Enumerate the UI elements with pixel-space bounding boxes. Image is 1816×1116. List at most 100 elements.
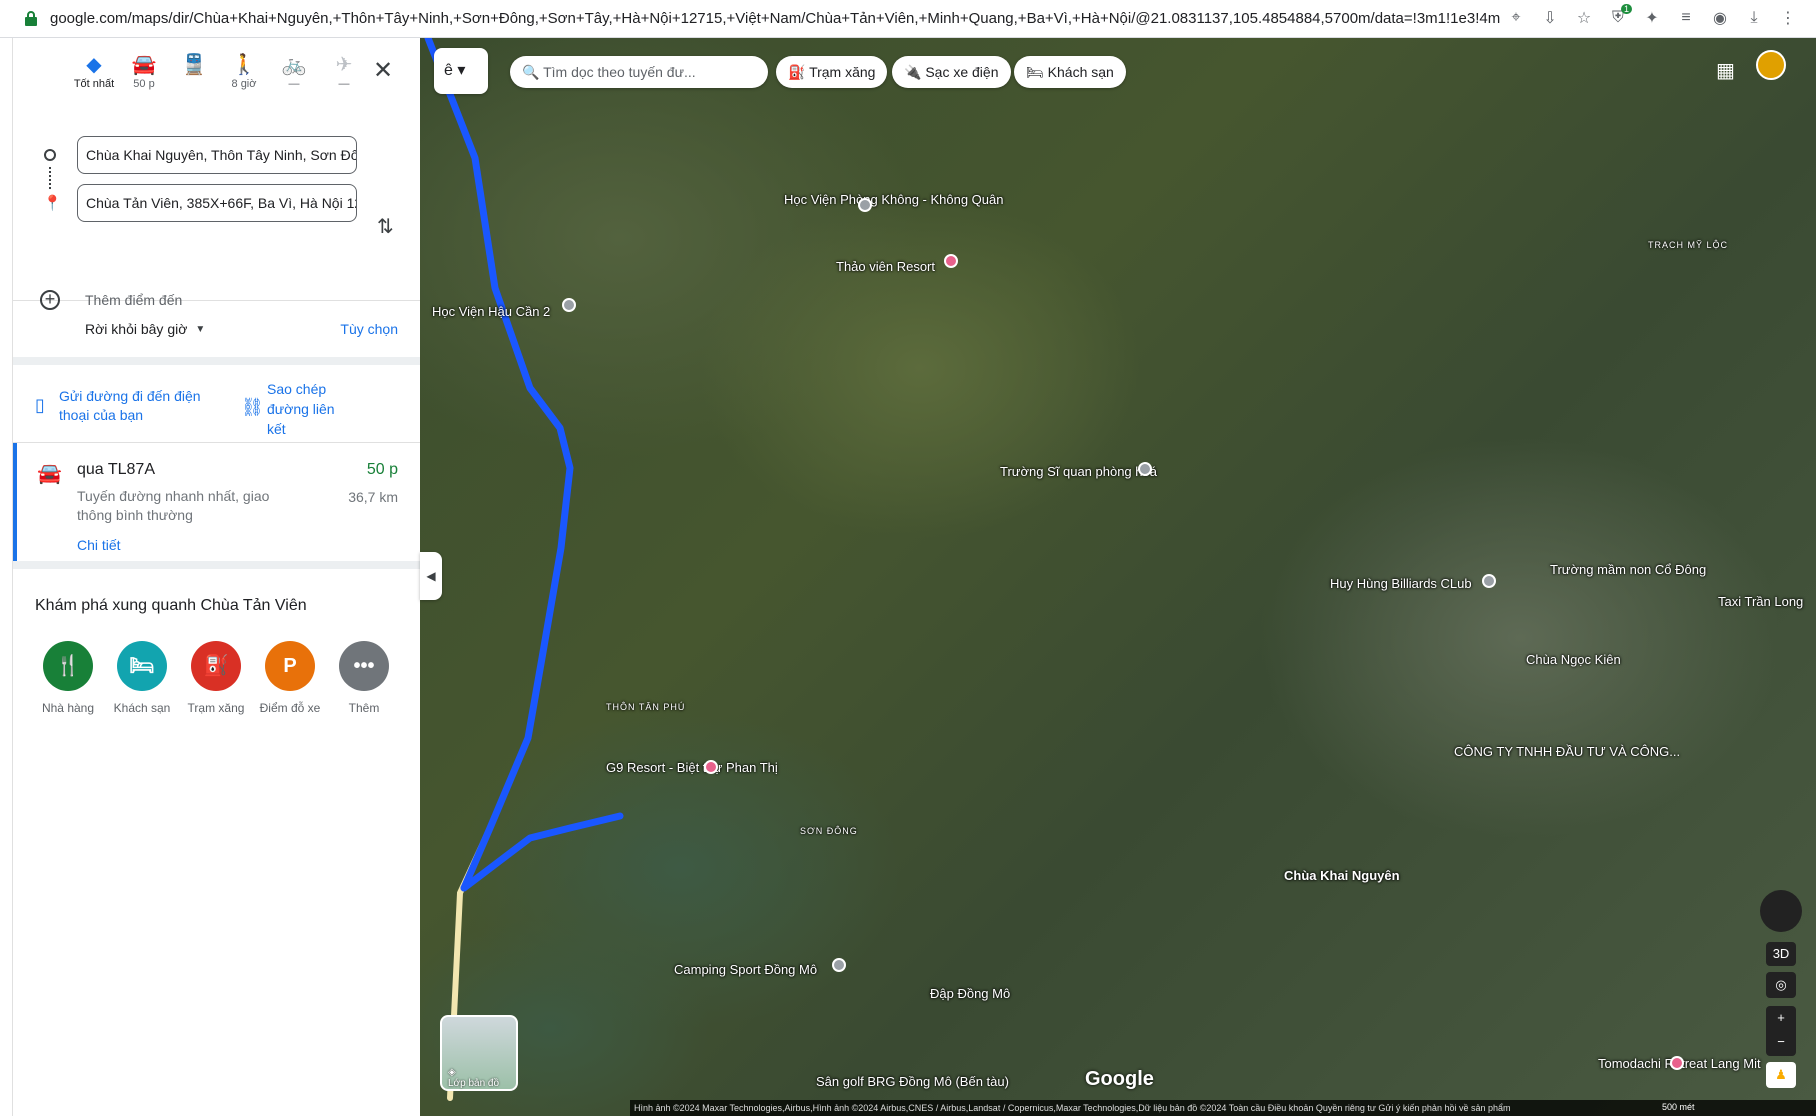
map-label[interactable]: G9 Resort - Biệt thự Phan Thị (606, 760, 778, 775)
my-location-icon[interactable]: ◎ (1766, 972, 1796, 998)
hotel-icon: 🛏 (117, 641, 167, 691)
category-parking[interactable]: P Điểm đỗ xe (253, 641, 327, 715)
resort-pin-icon[interactable] (944, 254, 958, 268)
puzzle-extensions-icon[interactable]: ✦ (1642, 8, 1662, 28)
map-label[interactable]: Học Viện Hậu Cần 2 (432, 304, 550, 319)
satellite-map[interactable]: Học Viện Phòng Không - Không Quân Thảo v… (420, 38, 1816, 1116)
map-label[interactable]: Sân golf BRG Đồng Mô (Bến tàu) (816, 1074, 1009, 1089)
route-card[interactable]: 🚘 qua TL87A 50 p Tuyến đường nhanh nhất,… (13, 443, 420, 561)
place-pin-icon[interactable] (858, 198, 872, 212)
map-label[interactable]: Huy Hùng Billiards CLub (1330, 576, 1472, 591)
reading-list-icon[interactable]: ≡ (1676, 8, 1696, 28)
map-label[interactable]: Camping Sport Đồng Mô (674, 962, 817, 977)
route-distance: 36,7 km (348, 489, 398, 505)
url-field[interactable]: google.com/maps/dir/Chùa+Khai+Nguyên,+Th… (50, 10, 1500, 27)
origin-map-label[interactable]: Chùa Khai Nguyên (1284, 868, 1400, 883)
zoom-out-button[interactable]: − (1766, 1030, 1796, 1054)
route-options-button[interactable]: Tùy chọn (340, 321, 398, 337)
route-details-link[interactable]: Chi tiết (77, 537, 121, 553)
map-label[interactable]: Trường mầm non Cổ Đông (1550, 562, 1706, 577)
map-label[interactable]: Học Viện Phòng Không - Không Quân (784, 192, 1003, 207)
map-label[interactable]: Chùa Ngọc Kiên (1526, 652, 1621, 667)
extension-badge: 1 (1620, 4, 1632, 14)
map-label[interactable]: Trường Sĩ quan phòng hoá (1000, 464, 1157, 479)
route-name: qua TL87A (77, 461, 155, 478)
swap-stops-icon[interactable]: ⇅ (377, 214, 394, 239)
map-label: TRẠCH MỸ LỘC (1648, 240, 1729, 250)
google-logo: Google (1085, 1068, 1154, 1090)
walk-icon: 🚶 (231, 54, 257, 76)
account-avatar[interactable] (1756, 50, 1786, 80)
car-icon: 🚘 (131, 54, 157, 76)
menu-dots-icon[interactable]: ⋮ (1778, 8, 1798, 28)
map-scale[interactable]: 500 mét (1662, 1102, 1695, 1112)
explore-categories: 🍴 Nhà hàng 🛏 Khách sạn ⛽ Trạm xăng P Điểm đỗ… (13, 641, 420, 715)
mode-flight[interactable]: ✈ — (319, 52, 369, 90)
chip-hotel[interactable]: 🛏 Khách sạn (1014, 56, 1126, 88)
map-label[interactable]: Thảo viên Resort (836, 259, 935, 274)
collapse-panel-button[interactable]: ◀ (420, 552, 442, 600)
map-label[interactable]: Taxi Trần Long (1718, 594, 1803, 609)
compass-icon[interactable] (1760, 890, 1802, 932)
depart-time-dropdown[interactable]: Rời khỏi bây giờ (85, 321, 187, 337)
zoom-in-button[interactable]: + (1766, 1006, 1796, 1030)
search-along-route-input[interactable]: 🔍 Tìm dọc theo tuyến đư... (510, 56, 768, 88)
language-input-button[interactable]: ê ▾ (434, 48, 488, 94)
link-icon[interactable]: ⛓ (241, 397, 264, 418)
route-stops: 📍 Chùa Khai Nguyên, Thôn Tây Ninh, Sơn Đ… (13, 110, 420, 310)
place-pin-icon[interactable] (1482, 574, 1496, 588)
mode-transit[interactable]: 🚆 (169, 52, 219, 78)
send-to-phone-icon[interactable]: ▯ (35, 395, 45, 416)
restaurant-icon: 🍴 (43, 641, 93, 691)
street-view-pegman-icon[interactable]: ♟ (1766, 1062, 1796, 1088)
dropdown-caret-icon[interactable]: ▼ (195, 324, 205, 335)
section-divider (13, 357, 420, 365)
hotel-pin-icon[interactable] (1670, 1056, 1684, 1070)
best-route-icon: ◆ (86, 54, 102, 76)
mode-driving[interactable]: 🚘 50 p (119, 52, 169, 90)
install-app-icon[interactable]: ⇩ (1540, 8, 1560, 28)
directions-panel: ◆ Tốt nhất 🚘 50 p 🚆 🚶 8 giờ 🚲 — ✈ — ✕ 📍 Chùa … (12, 38, 420, 1116)
place-pin-icon[interactable] (1138, 462, 1152, 476)
download-icon[interactable]: ⤓ (1744, 8, 1764, 28)
chip-gas-station[interactable]: ⛽ Trạm xăng (776, 56, 888, 88)
destination-input[interactable]: Chùa Tản Viên, 385X+66F, Ba Vì, Hà Nội 1… (77, 184, 357, 222)
extension-shield-icon[interactable]: ⛨ 1 (1608, 4, 1632, 28)
google-apps-icon[interactable]: ▦ (1716, 58, 1735, 83)
explore-title: Khám phá xung quanh Chùa Tản Viên (35, 597, 307, 614)
category-restaurant[interactable]: 🍴 Nhà hàng (31, 641, 105, 715)
map-label[interactable]: Đập Đồng Mô (930, 986, 1010, 1001)
place-pin-icon[interactable] (562, 298, 576, 312)
origin-input[interactable]: Chùa Khai Nguyên, Thôn Tây Ninh, Sơn Đôn… (77, 136, 357, 174)
copy-link-button[interactable]: Sao chép đường liên kết (267, 379, 351, 439)
location-icon[interactable]: ⌖ (1506, 8, 1526, 28)
map-label: THÔN TÂN PHÚ (606, 702, 686, 712)
parking-icon: P (265, 641, 315, 691)
place-pin-icon[interactable] (832, 958, 846, 972)
mode-cycling[interactable]: 🚲 — (269, 52, 319, 90)
share-row: ▯ Gửi đường đi đến điện thoại của bạn ⛓ … (13, 365, 420, 443)
profile-icon[interactable]: ◉ (1710, 8, 1730, 28)
resort-pin-icon[interactable] (704, 760, 718, 774)
browser-address-bar: google.com/maps/dir/Chùa+Khai+Nguyên,+Th… (0, 0, 1816, 38)
category-gas-station[interactable]: ⛽ Trạm xăng (179, 641, 253, 715)
mode-walking[interactable]: 🚶 8 giờ (219, 52, 269, 90)
close-directions-icon[interactable]: ✕ (373, 56, 393, 85)
secure-lock-icon[interactable] (24, 10, 38, 27)
send-to-phone-link[interactable]: Gửi đường đi đến điện thoại của bạn (59, 387, 229, 425)
bookmark-star-icon[interactable]: ☆ (1574, 8, 1594, 28)
map-label[interactable]: CÔNG TY TNHH ĐẦU TƯ VÀ CÔNG... (1454, 744, 1680, 759)
more-icon: ••• (339, 641, 389, 691)
category-more[interactable]: ••• Thêm (327, 641, 401, 715)
3d-toggle-button[interactable]: 3D (1766, 942, 1796, 966)
destination-pin-icon: 📍 (43, 195, 62, 212)
route-line (424, 38, 624, 1101)
category-hotel[interactable]: 🛏 Khách sạn (105, 641, 179, 715)
map-attribution-footer: Hình ảnh ©2024 Maxar Technologies,Airbus… (630, 1100, 1816, 1116)
bike-icon: 🚲 (281, 54, 307, 76)
map-label: SƠN ĐÔNG (800, 826, 858, 836)
mode-best[interactable]: ◆ Tốt nhất (69, 52, 119, 90)
route-dots-icon (49, 167, 51, 189)
map-layers-button[interactable]: ◈ Lớp bản đồ (440, 1015, 518, 1091)
chip-ev-charging[interactable]: 🔌 Sạc xe điện (892, 56, 1011, 88)
